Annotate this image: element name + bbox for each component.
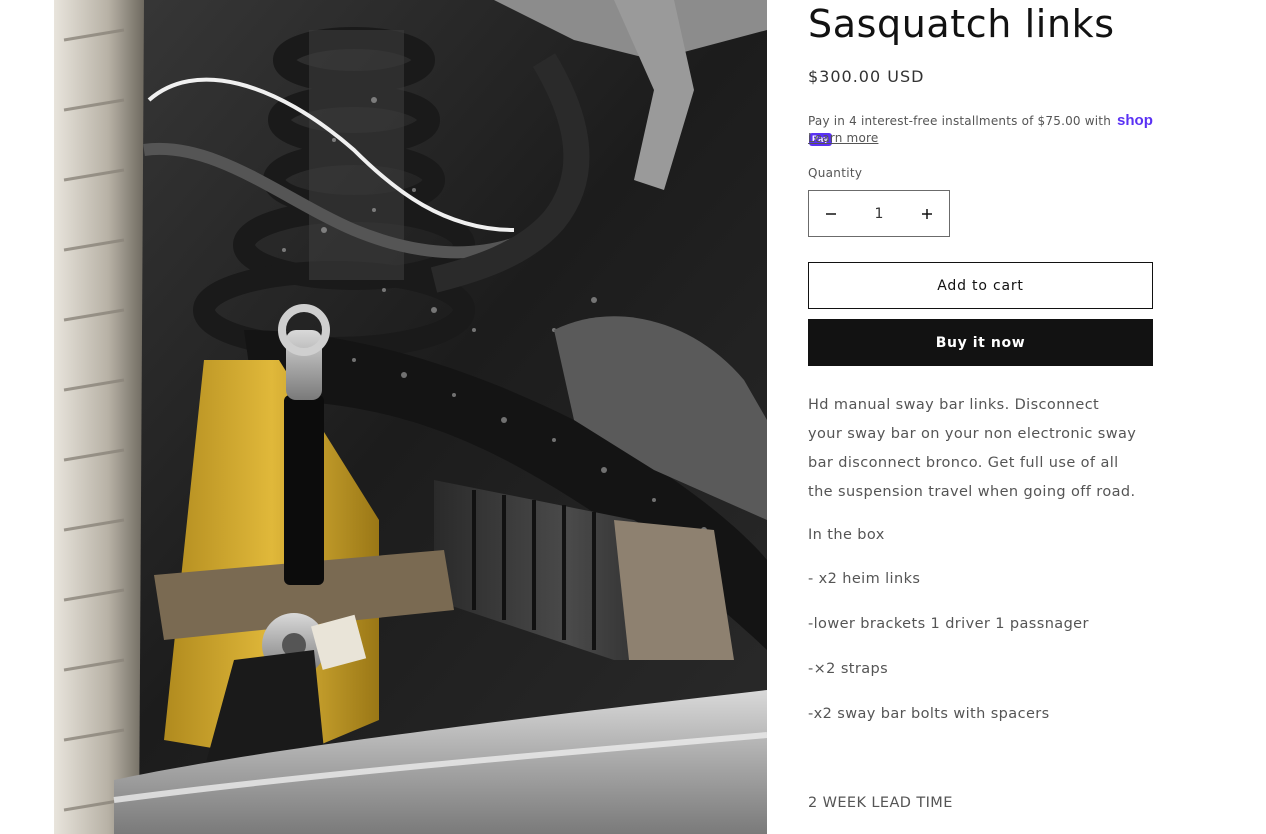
box-item: - x2 heim links: [808, 571, 921, 587]
installments-message: Pay in 4 interest-free installments of $…: [808, 114, 1112, 128]
decrease-quantity-button[interactable]: [809, 191, 853, 236]
learn-more-link[interactable]: Learn more: [808, 131, 878, 145]
lead-time-text: 2 WEEK LEAD TIME: [808, 795, 953, 811]
buy-it-now-button[interactable]: Buy it now: [808, 319, 1153, 366]
minus-icon: [826, 212, 836, 215]
quantity-label: Quantity: [808, 166, 863, 180]
box-item: -x2 sway bar bolts with spacers: [808, 706, 1050, 722]
product-photo: [54, 0, 767, 834]
product-description: Hd manual sway bar links. Disconnect you…: [808, 397, 1137, 500]
in-the-box-label: In the box: [808, 527, 885, 543]
box-item: -lower brackets 1 driver 1 passnager: [808, 616, 1089, 632]
product-title: Sasquatch links: [808, 2, 1115, 46]
add-to-cart-button[interactable]: Add to cart: [808, 262, 1153, 309]
quantity-input[interactable]: [853, 204, 905, 223]
product-image[interactable]: [54, 0, 767, 834]
product-price: $300.00 USD: [808, 67, 925, 86]
quantity-stepper: [808, 190, 950, 237]
box-item: -×2 straps: [808, 661, 889, 677]
shop-pay-logo: shop: [1117, 112, 1153, 129]
plus-icon: [922, 208, 932, 219]
increase-quantity-button[interactable]: [905, 191, 949, 236]
